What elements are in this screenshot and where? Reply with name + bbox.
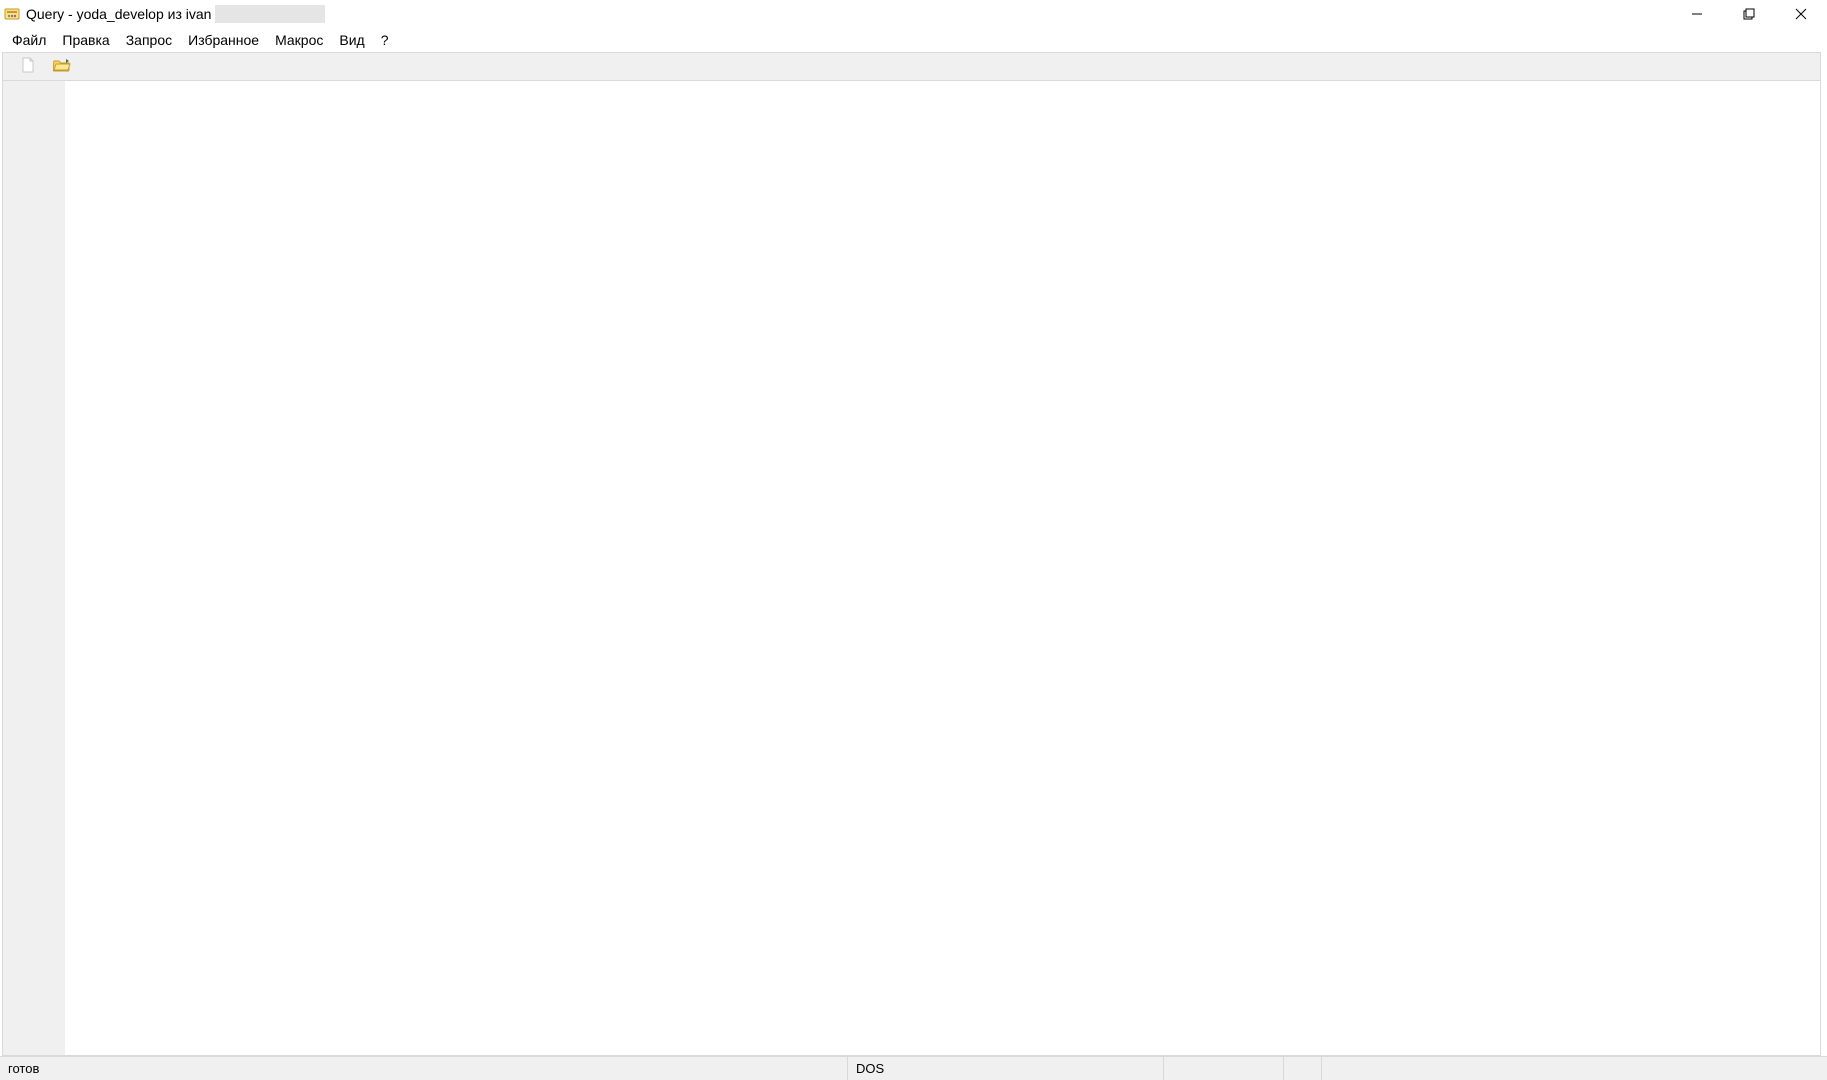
menu-query[interactable]: Запрос: [118, 30, 180, 50]
menubar: Файл Правка Запрос Избранное Макрос Вид …: [0, 28, 1827, 52]
status-slot-end: [1322, 1057, 1827, 1080]
close-button[interactable]: [1775, 0, 1827, 28]
new-file-button[interactable]: [17, 56, 39, 78]
app-icon: [4, 6, 20, 22]
title-redacted: [215, 5, 325, 23]
editor-gutter: [3, 81, 65, 1055]
open-folder-icon: [53, 57, 71, 76]
status-slot-2: [1164, 1057, 1284, 1080]
menu-favorites[interactable]: Избранное: [180, 30, 267, 50]
window-title: Query - yoda_develop из ivan: [26, 6, 211, 22]
menu-macro[interactable]: Макрос: [267, 30, 331, 50]
minimize-button[interactable]: [1671, 0, 1723, 28]
statusbar: готов DOS: [0, 1056, 1827, 1080]
menu-file[interactable]: Файл: [4, 30, 54, 50]
titlebar: Query - yoda_develop из ivan: [0, 0, 1827, 28]
workarea: [3, 81, 1820, 1055]
menu-view[interactable]: Вид: [331, 30, 372, 50]
open-folder-button[interactable]: [51, 56, 73, 78]
status-encoding: DOS: [848, 1057, 1164, 1080]
maximize-button[interactable]: [1723, 0, 1775, 28]
toolbar: [3, 53, 1820, 81]
menu-edit[interactable]: Правка: [54, 30, 117, 50]
new-file-icon: [20, 57, 36, 76]
status-ready: готов: [0, 1057, 848, 1080]
menu-help[interactable]: ?: [373, 30, 397, 50]
editor-area[interactable]: [65, 81, 1820, 1055]
status-slot-3: [1284, 1057, 1322, 1080]
